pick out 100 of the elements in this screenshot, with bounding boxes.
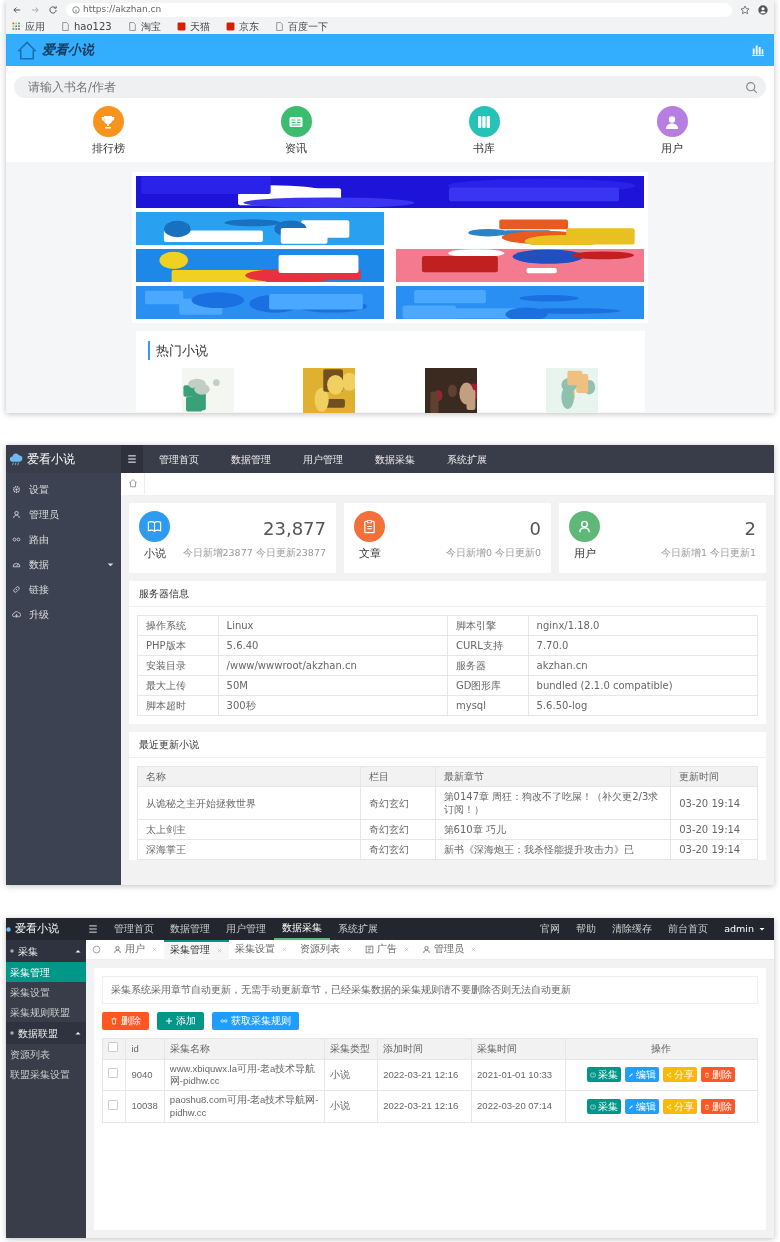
column-header: id [125,1038,165,1060]
tab[interactable]: 用户 [107,939,164,960]
star-icon[interactable] [740,5,750,15]
tab[interactable]: 广告 [359,939,416,960]
share-icon [666,1071,673,1078]
user-menu[interactable]: admin [716,918,774,940]
top-link[interactable]: 前台首页 [660,918,717,940]
logo[interactable]: 爱看小说 [42,40,94,60]
top-nav-tab[interactable]: 数据管理 [162,918,218,940]
checkbox[interactable] [108,1099,118,1110]
table-cell: 奇幻玄幻 [360,819,436,840]
close-icon[interactable] [151,946,158,953]
top-nav-tab[interactable]: 用户管理 [218,918,274,940]
sidebar-item[interactable]: 设置 [6,477,121,502]
circle-icon [92,945,101,954]
table-cell: 小说 [324,1059,378,1091]
close-icon[interactable] [346,946,353,953]
top-nav-link[interactable]: 数据管理 [215,451,287,467]
top-nav-link[interactable]: 数据采集 [359,451,431,467]
stat-caption: 今日新增1 今日更新1 [660,546,756,560]
sidebar-item[interactable]: 数据 [6,552,121,577]
stat-value: 0 [529,517,541,541]
sidebar-item[interactable]: 资源列表 [6,1044,86,1064]
house-logo-icon [16,40,38,60]
caret-icon [106,560,115,569]
chart-icon[interactable] [752,44,764,56]
tab[interactable]: 采集管理 [164,939,229,960]
bookmark[interactable]: 应用 [12,18,45,34]
table-cell: 脚本超时 [137,695,219,716]
nav-link[interactable]: 书库 [473,141,495,158]
sidebar-item[interactable]: 联盟采集设置 [6,1064,86,1084]
book-icon [147,519,162,534]
checkbox[interactable] [108,1042,118,1053]
table-cell: nginx/1.18.0 [528,615,758,636]
sidebar-item[interactable]: 路由 [6,527,121,552]
back-icon[interactable] [12,5,22,15]
nav-icon-circle[interactable] [656,106,688,137]
profile-icon[interactable] [758,5,768,15]
cloud-upload-icon [12,610,21,619]
top-link[interactable]: 清除缓存 [604,918,661,940]
address-bar[interactable]: https://akzhan.cn [66,3,732,17]
column-header: 添加时间 [377,1038,472,1060]
forward-icon[interactable] [30,5,40,15]
sidebar-item[interactable]: 升级 [6,602,121,627]
bookmark[interactable]: hao123 [61,18,112,34]
top-link[interactable]: 官网 [532,918,569,940]
user-icon [113,945,122,954]
table-cell: 10038 [125,1090,165,1123]
close-icon[interactable] [403,946,410,953]
nav-link[interactable]: 资讯 [285,141,307,158]
bookmark[interactable]: 百度一下 [274,18,328,34]
nav-link[interactable]: 排行榜 [91,141,125,158]
bookmark[interactable]: 京东 [225,18,259,34]
checkbox[interactable] [108,1068,118,1079]
stat-value: 23,877 [263,517,326,541]
top-link[interactable]: 帮助 [568,918,605,940]
close-icon[interactable] [470,946,477,953]
tab[interactable]: 采集设置 [229,939,294,960]
nav-link[interactable]: 用户 [661,141,683,158]
menu-icon [127,454,137,464]
action-button[interactable]: 采集 [587,1067,622,1083]
nav-icon-circle[interactable] [92,106,124,137]
sidebar-item[interactable]: 管理员 [6,502,121,527]
sidebar-group[interactable]: 数据联盟 [6,1022,86,1044]
books-icon [476,113,492,130]
link-icon [12,535,21,544]
trash-icon [110,1017,118,1026]
bookmark[interactable]: 淘宝 [127,18,161,34]
close-icon[interactable] [281,946,288,953]
top-nav-link[interactable]: 系统扩展 [431,451,503,467]
panel-title: 服务器信息 [139,587,189,601]
nav-icon-circle[interactable] [468,106,500,137]
trash-icon [704,1103,711,1110]
sidebar-item[interactable]: 采集规则联盟 [6,1002,86,1022]
table-cell: mysql [447,695,529,716]
table-cell: 脚本引擎 [447,615,529,636]
menu-toggle[interactable] [121,445,143,473]
table-cell: 服务器 [447,655,529,676]
sidebar-item[interactable]: 采集设置 [6,982,86,1002]
toolbar-button[interactable]: 添加 [157,1012,204,1031]
top-nav-tab[interactable]: 系统扩展 [330,918,386,940]
top-nav-link[interactable]: 用户管理 [287,451,359,467]
search-icon[interactable] [745,80,758,94]
reload-icon[interactable] [48,5,58,15]
sidebar-item[interactable]: 链接 [6,577,121,602]
clipboard-icon [362,519,377,534]
tab[interactable]: 管理员 [416,939,483,960]
sidebar-item[interactable]: 采集管理 [6,962,86,982]
menu-icon[interactable] [88,924,98,934]
sidebar-group[interactable]: 采集 [6,940,86,962]
top-nav-tab[interactable]: 管理首页 [106,918,162,940]
nav-icon-circle[interactable] [280,106,312,137]
tab[interactable]: 资源列表 [294,939,359,960]
table-cell: 300秒 [218,695,448,716]
cloud-logo-icon [9,452,23,466]
action-button[interactable]: 采集 [587,1099,622,1115]
stat-caption: 今日新增23877 今日更新23877 [182,546,326,560]
top-nav-link[interactable]: 管理首页 [143,451,215,467]
close-icon[interactable] [216,947,223,954]
bookmark[interactable]: 天猫 [176,18,210,34]
